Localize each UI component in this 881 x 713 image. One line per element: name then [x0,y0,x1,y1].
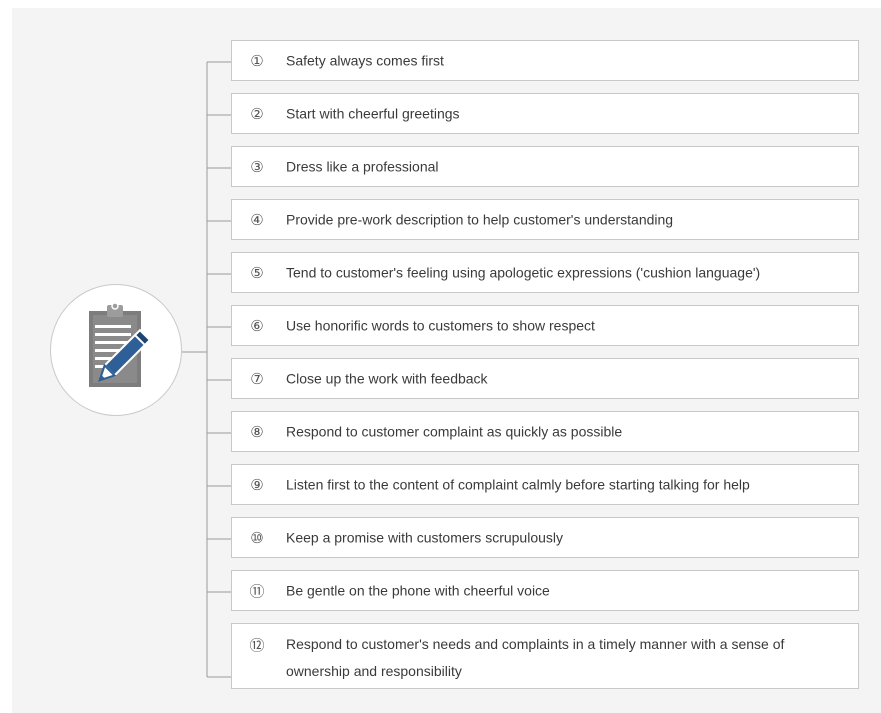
guideline-item: ② Start with cheerful greetings [231,93,859,134]
item-text: Be gentle on the phone with cheerful voi… [286,582,550,598]
clipboard-icon-circle [50,284,182,416]
guideline-item: ⑤ Tend to customer's feeling using apolog… [231,252,859,293]
item-number: ⑩ [250,528,264,547]
item-text: Listen first to the content of complaint… [286,476,750,492]
item-text: Start with cheerful greetings [286,105,460,121]
item-number: ② [250,104,264,123]
item-number: ⑫ [249,636,265,655]
guideline-item: ① Safety always comes first [231,40,859,81]
guideline-item: ⑧ Respond to customer complaint as quickl… [231,411,859,452]
clipboard-pencil-icon [89,302,152,387]
item-number: ① [250,51,264,70]
item-text: Safety always comes first [286,52,444,68]
item-text: Respond to customer's needs and complain… [286,636,785,679]
item-text: Keep a promise with customers scrupulous… [286,529,564,545]
guideline-item: ⑦ Close up the work with feedback [231,358,859,399]
guideline-item: ⑨ Listen first to the content of complain… [231,464,859,505]
item-text: Use honorific words to customers to show… [286,317,595,333]
item-number: ⑦ [250,369,264,388]
guideline-item: ⑥ Use honorific words to customers to sho… [231,305,859,346]
item-text: Respond to customer complaint as quickly… [286,423,623,439]
item-text: Close up the work with feedback [286,370,488,386]
guideline-item: ④ Provide pre-work description to help cu… [231,199,859,240]
item-number: ③ [250,157,264,176]
item-text: Dress like a professional [286,158,439,174]
guideline-item: ⑪ Be gentle on the phone with cheerful vo… [231,570,859,611]
item-number: ④ [250,210,264,229]
item-text: Tend to customer's feeling using apologe… [286,264,761,280]
item-number: ⑧ [250,422,264,441]
item-number: ⑤ [250,263,264,282]
guideline-item: ⑩ Keep a promise with customers scrupulou… [231,517,859,558]
item-text: Provide pre-work description to help cus… [286,211,674,227]
item-number: ⑥ [250,316,264,335]
guideline-item: ⑫ Respond to customer's needs and complai… [231,623,859,689]
guideline-item: ③ Dress like a professional [231,146,859,187]
item-number: ⑪ [249,582,265,600]
item-number: ⑨ [250,475,264,494]
connector-branches [207,61,231,678]
